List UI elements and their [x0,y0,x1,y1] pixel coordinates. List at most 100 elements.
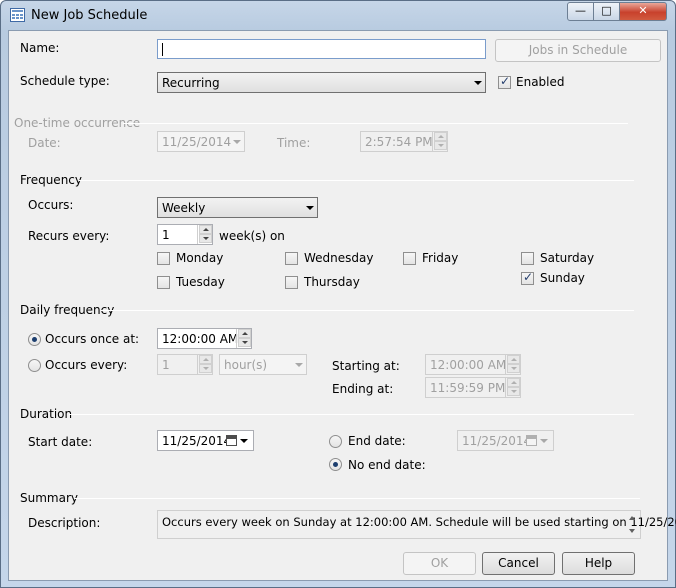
schedule-app-icon [10,8,25,22]
one-time-divider [123,123,628,124]
occurs-every-unit-select[interactable]: hour(s) [219,354,307,375]
start-date-label: Start date: [28,435,93,449]
recurs-unit-label: week(s) on [219,229,285,243]
frequency-heading: Frequency [20,173,82,187]
occurs-every-input[interactable]: 1 [157,354,213,375]
occurs-every-radio[interactable] [28,359,41,372]
starting-at-value: 12:00:00 AM [430,358,507,372]
minimize-button[interactable]: — [567,2,594,21]
schedule-type-select[interactable]: Recurring [157,72,486,93]
cancel-button[interactable]: Cancel [482,552,555,575]
recurs-spinner[interactable] [197,225,212,244]
wednesday-checkbox[interactable] [285,252,298,265]
recurs-every-input[interactable]: 1 [157,224,213,245]
one-time-time-label: Time: [277,136,311,150]
title-bar[interactable]: New Job Schedule — □ ✕ [1,1,675,29]
thursday-label: Thursday [304,275,360,289]
chevron-down-icon [540,439,548,443]
one-time-date-picker[interactable]: 11/25/2014 [157,131,245,152]
recurs-every-value: 1 [162,228,170,242]
dialog-window: New Job Schedule — □ ✕ Name: Jobs in Sch… [0,0,676,588]
enabled-checkbox[interactable]: ✓ [498,74,511,89]
monday-label: Monday [176,251,224,265]
starting-at-input[interactable]: 12:00:00 AM [425,354,521,375]
close-button[interactable]: ✕ [619,2,667,21]
recurs-every-label: Recurs every: [28,229,110,243]
ending-at-input[interactable]: 11:59:59 PM [425,377,521,398]
checkmark-icon: ✓ [523,270,534,284]
wednesday-label: Wednesday [304,251,374,265]
occurs-every-unit-value: hour(s) [224,358,268,372]
chevron-down-icon [474,81,482,85]
starting-at-spinner[interactable] [505,355,520,374]
starting-at-label: Starting at: [332,359,400,373]
occurs-once-radio[interactable] [28,333,41,346]
one-time-date-value: 11/25/2014 [162,135,232,149]
saturday-checkbox[interactable] [521,252,534,265]
start-date-value: 11/25/2014 [162,434,232,448]
enabled-label: Enabled [516,75,565,89]
occurs-every-label: Occurs every: [45,358,128,372]
description-box: Occurs every week on Sunday at 12:00:00 … [157,510,676,539]
one-time-time-value: 2:57:54 PM [365,135,433,149]
friday-checkbox[interactable] [403,252,416,265]
one-time-date-label: Date: [28,136,61,150]
one-time-time-input[interactable]: 2:57:54 PM [360,131,448,152]
scroll-down-icon[interactable] [629,529,635,533]
duration-divider [69,414,634,415]
occurs-label: Occurs: [28,198,74,212]
tuesday-checkbox[interactable] [157,276,170,289]
chevron-down-icon [306,206,314,210]
description-text: Occurs every week on Sunday at 12:00:00 … [162,515,676,529]
occurs-once-time-input[interactable]: 12:00:00 AM [157,328,252,349]
occurs-once-spinner[interactable] [236,329,251,348]
calendar-icon [526,435,537,446]
maximize-icon: □ [601,4,612,17]
no-end-date-radio[interactable] [329,458,342,471]
maximize-button[interactable]: □ [593,2,620,21]
occurs-once-time-value: 12:00:00 AM [162,332,239,346]
close-icon: ✕ [638,4,648,17]
occurs-every-value: 1 [162,358,170,372]
chevron-down-icon [240,439,248,443]
checkmark-icon: ✓ [500,74,511,88]
scroll-up-icon[interactable] [629,516,635,520]
occurs-select[interactable]: Weekly [157,197,318,218]
thursday-checkbox[interactable] [285,276,298,289]
end-date-label: End date: [348,434,406,448]
description-scrollbar[interactable] [626,511,640,538]
end-date-radio[interactable] [329,435,342,448]
occurs-value: Weekly [162,201,206,215]
end-date-value: 11/25/2014 [462,434,532,448]
saturday-label: Saturday [540,251,595,265]
help-button[interactable]: Help [562,552,635,575]
chevron-down-icon [233,140,241,144]
monday-checkbox[interactable] [157,252,170,265]
text-caret [162,43,163,56]
ending-at-value: 11:59:59 PM [430,381,506,395]
name-input[interactable] [157,39,486,59]
start-date-picker[interactable]: 11/25/2014 [157,430,254,451]
minimize-icon: — [575,4,586,17]
ending-at-spinner[interactable] [505,378,520,397]
occurs-once-label: Occurs once at: [45,332,140,346]
one-time-heading: One-time occurrence [14,116,141,130]
summary-heading: Summary [20,491,78,505]
jobs-in-schedule-button[interactable]: Jobs in Schedule [495,39,661,62]
name-label: Name: [20,41,60,55]
time-spinner[interactable] [432,132,447,151]
sunday-label: Sunday [540,271,585,285]
sunday-checkbox[interactable]: ✓ [521,270,534,285]
end-date-picker[interactable]: 11/25/2014 [457,430,554,451]
schedule-type-label: Schedule type: [20,74,110,88]
chevron-down-icon [295,363,303,367]
ok-button[interactable]: OK [403,552,476,575]
frequency-divider [79,180,634,181]
daily-frequency-divider [101,310,634,311]
occurs-every-spinner[interactable] [197,355,212,374]
description-label: Description: [28,516,101,530]
no-end-date-label: No end date: [348,458,426,472]
tuesday-label: Tuesday [176,275,225,289]
calendar-icon[interactable] [226,435,237,446]
duration-heading: Duration [20,407,73,421]
